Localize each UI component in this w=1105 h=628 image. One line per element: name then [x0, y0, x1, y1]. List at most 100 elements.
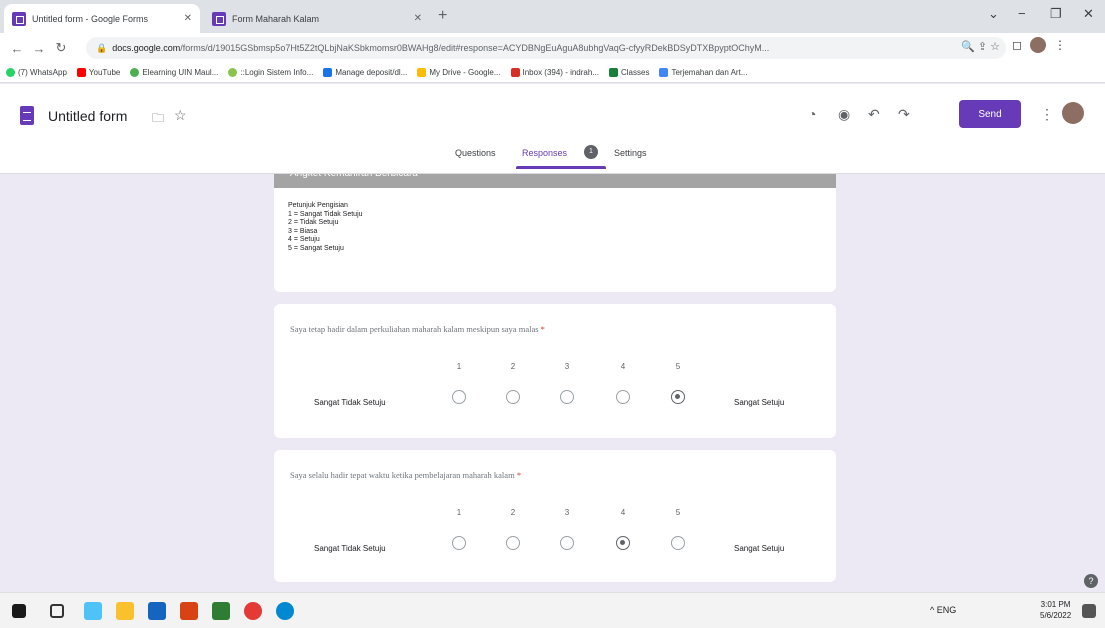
radio-option-5-selected[interactable] — [671, 390, 685, 404]
windows-start-icon[interactable] — [12, 604, 26, 618]
radio-option-1[interactable] — [452, 390, 466, 404]
forward-icon[interactable]: → — [28, 41, 50, 56]
question-label: Saya selalu hadir tepat waktu ketika pem… — [290, 470, 515, 480]
task-view-icon[interactable] — [50, 604, 64, 618]
profile-avatar-icon[interactable] — [1029, 37, 1046, 53]
browser-toolbar: ← → ↻ 🔒 docs.google.com/forms/d/19015GSb… — [0, 33, 1105, 63]
bookmark-youtube[interactable]: YouTube — [76, 68, 121, 77]
close-tab-icon[interactable]: ✕ — [184, 13, 192, 24]
radio-option-4[interactable] — [616, 390, 630, 404]
move-to-folder-icon[interactable]: 🗀 — [152, 109, 164, 130]
scale-low-label: Sangat Tidak Setuju — [314, 398, 386, 407]
tab-questions[interactable]: Questions — [455, 148, 496, 158]
radio-option-3[interactable] — [560, 536, 574, 550]
radio-option-1[interactable] — [452, 536, 466, 550]
google-forms-logo-icon[interactable] — [20, 106, 34, 125]
send-button[interactable]: Send — [959, 100, 1021, 128]
scale-number: 5 — [675, 362, 681, 371]
customize-theme-icon[interactable]: ◔ — [808, 106, 816, 122]
bookmark-label: Terjemahan dan Art... — [671, 68, 748, 77]
bookmark-manage-deposit[interactable]: Manage deposit/dl... — [323, 68, 407, 77]
radio-option-4-selected[interactable] — [616, 536, 630, 550]
bookmark-terjemahan[interactable]: Terjemahan dan Art... — [659, 68, 747, 77]
back-icon[interactable]: ← — [6, 41, 28, 56]
bookmark-elearning[interactable]: Elearning UIN Maul... — [130, 68, 218, 77]
preview-eye-icon[interactable]: ◉ — [838, 106, 850, 123]
notification-icon[interactable] — [1082, 604, 1096, 618]
scale-high-label: Sangat Setuju — [734, 544, 785, 553]
file-explorer-icon[interactable] — [116, 602, 134, 620]
bookmarks-bar: (7) WhatsApp YouTube Elearning UIN Maul.… — [0, 63, 1105, 83]
network-app-icon[interactable] — [84, 602, 102, 620]
scale-number: 1 — [456, 508, 462, 517]
bookmark-my-drive[interactable]: My Drive - Google... — [417, 68, 501, 77]
radio-option-2[interactable] — [506, 390, 520, 404]
bookmark-whatsapp[interactable]: (7) WhatsApp — [6, 68, 67, 77]
bookmark-label: YouTube — [88, 68, 121, 77]
browser-tab-strip: Untitled form - Google Forms ✕ Form Maha… — [0, 0, 1105, 33]
reload-icon[interactable]: ↻ — [50, 40, 72, 56]
instruction-line: Petunjuk Pengisian — [288, 202, 348, 209]
account-avatar[interactable] — [1062, 102, 1084, 124]
bookmark-login-sistem[interactable]: ::Login Sistem Info... — [228, 68, 313, 77]
chrome-icon[interactable] — [244, 602, 262, 620]
address-bar[interactable]: 🔒 docs.google.com/forms/d/19015GSbmsp5o7… — [86, 37, 1006, 59]
excel-icon[interactable] — [212, 602, 230, 620]
tab-search-icon[interactable]: ⌄ — [988, 6, 999, 22]
google-forms-favicon-icon — [12, 11, 26, 26]
browser-menu-icon[interactable]: ⋮ — [1054, 38, 1066, 52]
form-title[interactable]: Untitled form — [48, 108, 127, 124]
bookmark-label: Manage deposit/dl... — [335, 68, 408, 77]
question-card: Saya selalu hadir tepat waktu ketika pem… — [274, 450, 836, 582]
whatsapp-icon — [6, 68, 15, 77]
minimize-icon[interactable]: − — [1018, 6, 1026, 21]
scale-number: 5 — [675, 508, 681, 517]
taskbar-clock[interactable]: 3:01 PM 5/6/2022 — [1040, 599, 1071, 621]
bookmark-label: (7) WhatsApp — [18, 68, 67, 77]
docs-icon — [323, 68, 333, 77]
radio-option-2[interactable] — [506, 536, 520, 550]
tab-settings[interactable]: Settings — [614, 148, 647, 158]
youtube-icon — [76, 68, 86, 77]
instruction-line: 2 = Tidak Setuju — [288, 219, 339, 227]
question-label: Saya tetap hadir dalam perkuliahan mahar… — [290, 324, 539, 334]
radio-option-3[interactable] — [560, 390, 574, 404]
instruction-line: 3 = Biasa — [288, 227, 318, 235]
system-tray[interactable]: ^ ENG — [930, 605, 956, 615]
lock-icon: 🔒 — [96, 42, 108, 53]
word-icon[interactable] — [148, 602, 166, 620]
clock-time: 3:01 PM — [1040, 600, 1071, 609]
instruction-line: 4 = Setuju — [288, 236, 320, 244]
responses-count-badge: 1 — [584, 145, 598, 159]
url-path: /forms/d/19015GSbmsp5o7Ht5Z2tQLbjNaKSbkm… — [180, 43, 770, 53]
section-header: Angket Kemahiran Berbicara — [274, 174, 836, 188]
new-tab-button[interactable]: + — [438, 7, 447, 25]
close-window-icon[interactable]: ✕ — [1083, 6, 1094, 22]
browser-tab-untitled-form[interactable]: Untitled form - Google Forms ✕ — [4, 4, 200, 33]
undo-icon[interactable]: ↶ — [868, 106, 880, 123]
close-tab-icon[interactable]: ✕ — [414, 13, 422, 24]
bookmark-classes[interactable]: Classes — [608, 68, 649, 77]
tab-responses[interactable]: Responses — [522, 148, 567, 158]
help-icon[interactable]: ? — [1084, 574, 1098, 588]
radio-option-5[interactable] — [671, 536, 685, 550]
required-asterisk: * — [540, 324, 545, 334]
omnibox-action-icons[interactable]: 🔍 ⇪ ☆ — [961, 40, 1000, 53]
required-asterisk: * — [516, 470, 522, 480]
star-icon[interactable]: ☆ — [174, 107, 187, 124]
maximize-icon[interactable]: ❐ — [1050, 6, 1062, 22]
translate-icon — [659, 68, 669, 77]
browser-tab-title: Form Maharah Kalam — [232, 13, 320, 24]
instruction-line: 1 = Sangat Tidak Setuju — [288, 210, 363, 218]
edge-icon[interactable] — [276, 602, 294, 620]
url-host: docs.google.com — [112, 43, 181, 53]
site-icon — [228, 68, 238, 77]
browser-tab-form-maharah-kalam[interactable]: Form Maharah Kalam ✕ — [204, 4, 430, 33]
redo-icon[interactable]: ↷ — [898, 106, 910, 123]
bookmark-label: ::Login Sistem Info... — [240, 68, 314, 77]
bookmark-inbox[interactable]: Inbox (394) - indrah... — [510, 68, 599, 77]
more-options-icon[interactable]: ⋮ — [1040, 106, 1054, 123]
extensions-icon[interactable]: ◻ — [1012, 38, 1022, 52]
powerpoint-icon[interactable] — [180, 602, 198, 620]
forms-header: Untitled form 🗀 ☆ ◔ ◉ ↶ ↷ Send ⋮ Questio… — [0, 84, 1105, 174]
